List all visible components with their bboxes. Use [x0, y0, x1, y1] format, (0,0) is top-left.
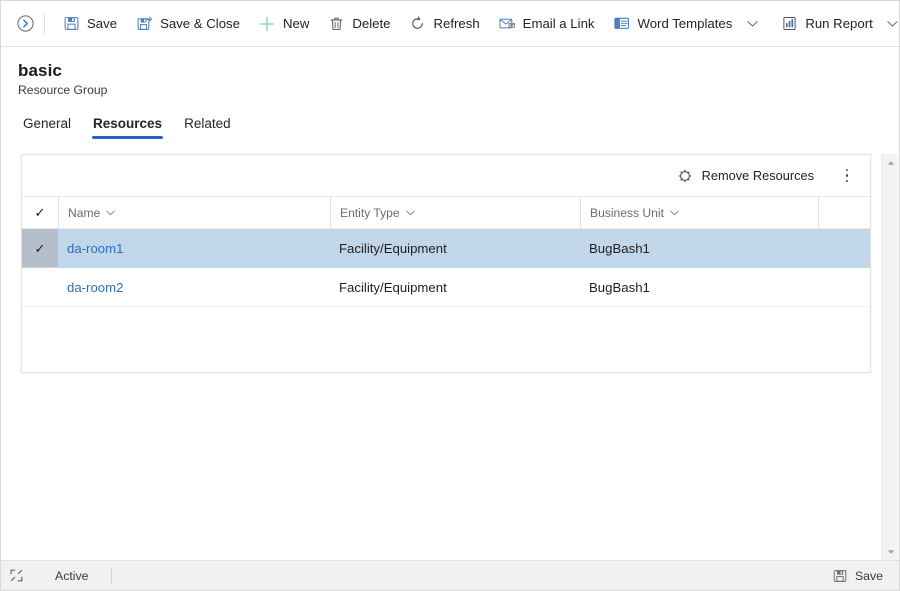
remove-resource-icon — [677, 168, 693, 184]
save-disk-icon — [832, 568, 848, 584]
report-icon — [780, 15, 798, 33]
cell-entity-type: Facility/Equipment — [330, 228, 580, 268]
table-row[interactable]: da-room2 Facility/Equipment BugBash1 — [22, 267, 870, 307]
plus-icon — [258, 15, 276, 33]
word-templates-button[interactable]: Word Templates — [604, 7, 772, 41]
column-header-select-all[interactable]: ✓ — [22, 196, 58, 229]
cell-filler — [818, 228, 870, 268]
table-header: ✓ Name Entity Type Business Unit — [22, 196, 870, 229]
resources-grid-panel: Remove Resources ✓ Name Entity Type Busi… — [21, 154, 871, 373]
status-divider — [110, 567, 112, 584]
new-button-label: New — [282, 15, 310, 31]
save-and-close-button[interactable]: Save & Close — [126, 7, 249, 41]
entity-type-label: Resource Group — [18, 82, 108, 97]
save-and-close-icon — [135, 15, 153, 33]
vertical-scrollbar[interactable] — [881, 154, 898, 560]
column-header-name-label: Name — [68, 205, 101, 220]
run-report-button[interactable]: Run Report — [771, 7, 899, 41]
cell-filler — [818, 267, 870, 307]
table-body: ✓ da-room1 Facility/Equipment BugBash1 d… — [22, 228, 870, 307]
cell-name: da-room1 — [58, 228, 330, 268]
expand-icon[interactable] — [1, 561, 31, 591]
status-bar: Active Save — [1, 560, 899, 591]
check-icon: ✓ — [34, 240, 46, 256]
cell-name: da-room2 — [58, 267, 330, 307]
toolbar-divider — [44, 12, 45, 35]
delete-button-label: Delete — [352, 15, 391, 31]
refresh-button[interactable]: Refresh — [399, 7, 488, 41]
refresh-icon — [408, 15, 426, 33]
status-save-label: Save — [854, 568, 883, 583]
run-report-label: Run Report — [805, 15, 873, 31]
chevron-down-icon[interactable] — [405, 210, 415, 216]
email-a-link-button[interactable]: Email a Link — [489, 7, 604, 41]
grid-toolbar: Remove Resources — [22, 155, 870, 196]
column-header-business-unit[interactable]: Business Unit — [580, 196, 818, 229]
record-link[interactable]: da-room2 — [67, 280, 123, 295]
resources-table: ✓ Name Entity Type Business Unit ✓ da-ro… — [22, 196, 870, 307]
remove-resources-label: Remove Resources — [701, 168, 814, 183]
word-template-icon — [613, 15, 631, 33]
word-templates-label: Word Templates — [637, 15, 733, 31]
status-save-button[interactable]: Save — [826, 563, 893, 589]
refresh-button-label: Refresh — [433, 15, 480, 31]
cell-business-unit: BugBash1 — [580, 267, 818, 307]
overflow-dots — [845, 169, 849, 182]
column-header-name[interactable]: Name — [58, 196, 330, 229]
tab-related-label: Related — [184, 116, 231, 132]
column-header-entity-type-label: Entity Type — [340, 205, 400, 220]
page-title: basic — [18, 61, 62, 80]
status-badge: Active — [55, 568, 89, 583]
delete-button[interactable]: Delete — [318, 7, 399, 41]
save-and-close-label: Save & Close — [160, 15, 240, 31]
tab-strip: General Resources Related — [1, 97, 899, 139]
cell-entity-type: Facility/Equipment — [330, 267, 580, 307]
table-header-row: ✓ Name Entity Type Business Unit — [22, 196, 870, 229]
tab-related[interactable]: Related — [175, 117, 240, 139]
cell-business-unit: BugBash1 — [580, 228, 818, 268]
email-a-link-label: Email a Link — [522, 15, 595, 31]
save-disk-icon — [62, 15, 80, 33]
column-header-filler — [818, 196, 870, 229]
page-header: basic Resource Group General Resources R… — [1, 47, 899, 139]
chevron-down-icon[interactable] — [106, 210, 116, 216]
chevron-down-icon[interactable] — [742, 14, 762, 34]
more-vertical-icon[interactable] — [834, 162, 860, 190]
circle-chevron-right-icon[interactable] — [10, 9, 40, 39]
email-link-icon — [498, 15, 516, 33]
save-button[interactable]: Save — [53, 7, 126, 41]
row-checkbox-cell[interactable] — [22, 267, 58, 307]
row-checkbox-cell[interactable]: ✓ — [22, 228, 58, 268]
trash-icon — [327, 15, 345, 33]
remove-resources-button[interactable]: Remove Resources — [669, 161, 822, 191]
command-bar: Save Save & Close New Delete Refresh Ema… — [1, 1, 899, 47]
chevron-down-icon[interactable] — [883, 14, 899, 34]
column-header-business-unit-label: Business Unit — [590, 205, 664, 220]
save-button-label: Save — [87, 15, 118, 31]
column-header-entity-type[interactable]: Entity Type — [330, 196, 580, 229]
check-icon: ✓ — [34, 205, 46, 220]
table-row[interactable]: ✓ da-room1 Facility/Equipment BugBash1 — [22, 228, 870, 268]
chevron-down-icon[interactable] — [670, 210, 679, 216]
scroll-up-arrow-icon[interactable] — [882, 154, 899, 171]
tab-resources[interactable]: Resources — [84, 117, 171, 139]
tab-resources-label: Resources — [93, 116, 163, 132]
scroll-down-arrow-icon[interactable] — [882, 543, 899, 560]
tab-general[interactable]: General — [14, 117, 80, 139]
app-window: Save Save & Close New Delete Refresh Ema… — [0, 0, 900, 591]
record-link[interactable]: da-room1 — [67, 241, 123, 256]
tab-general-label: General — [23, 116, 72, 132]
new-button[interactable]: New — [249, 7, 318, 41]
